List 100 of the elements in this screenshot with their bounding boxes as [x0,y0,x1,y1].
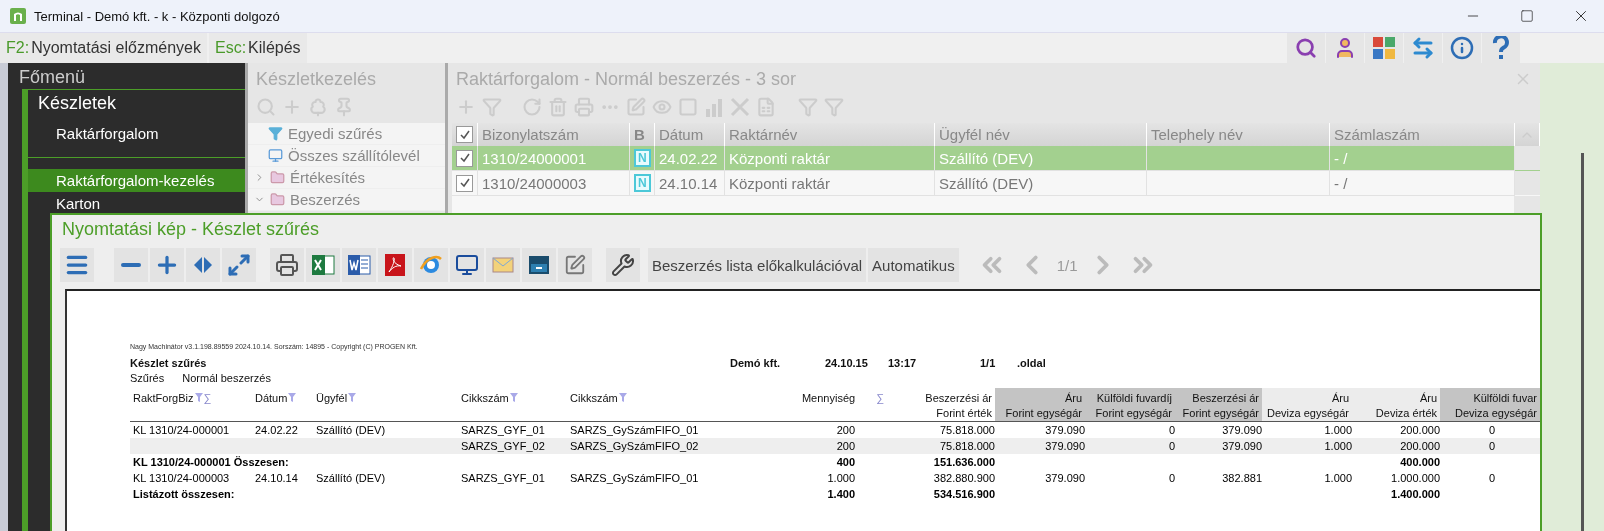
archive-button[interactable] [522,248,556,282]
panel-title: Raktárforgalom - Normál beszerzés - 3 sor [456,68,797,90]
tree-item-label: Egyedi szűrés [288,125,383,142]
monitor-icon [455,253,479,277]
report-cell: 379.090 [1222,440,1262,452]
column-header[interactable]: Bizonylatszám [482,126,579,143]
pin-icon[interactable] [334,97,354,117]
pdf-icon [383,253,407,277]
column-header[interactable]: Raktárnév [729,126,798,143]
edit-icon[interactable] [626,97,646,117]
print-button[interactable] [270,248,304,282]
settings-button[interactable] [606,248,640,282]
user-button[interactable] [1326,33,1364,63]
table-cell: 24.02.22 [659,149,718,167]
report-cell: 1.000 [1324,440,1352,452]
excel-export-button[interactable] [306,248,340,282]
column-label: Forint egységár [1095,406,1172,419]
column-header[interactable]: Számlaszám [1334,126,1420,143]
status-badge: N [634,149,651,167]
frame-icon[interactable] [678,97,698,117]
row-checkbox[interactable] [456,149,473,167]
word-export-button[interactable] [342,248,376,282]
menu-button[interactable] [60,248,94,282]
report-cell: SARZS_GYF_01 [461,472,545,484]
report-cell: SARZS_GYF_01 [461,424,545,436]
report-cell: 400.000 [1400,456,1440,468]
table-cell: 1310/24000001 [482,149,587,167]
column-header[interactable]: Dátum [659,126,704,143]
report-page-number: 1/1 [980,357,997,371]
add-icon[interactable] [456,97,476,117]
clear-filter-icon[interactable] [824,97,844,117]
table-row[interactable]: 1310/24000001 N 24.02.22 Központi raktár Szállító (DEV) - / [452,146,1540,171]
shortcut-button[interactable]: Esc:Kilépés [208,33,307,63]
report-cell: 1.000 [1324,424,1352,436]
menu-item[interactable]: Raktárforgalom-kezelés [28,169,245,192]
report-cell: Szállító (DEV) [316,424,386,436]
column-header[interactable]: Telephely név [1151,126,1243,143]
fit-width-icon [193,255,213,275]
add-icon[interactable] [282,97,302,117]
crossed-tools-icon[interactable] [730,97,750,117]
report-cell: 0 [1488,472,1495,484]
help-button[interactable] [1482,33,1520,63]
column-header[interactable]: Ügyfél név [939,126,1010,143]
browser-button[interactable] [414,248,448,282]
search-icon[interactable] [256,97,276,117]
row-checkbox[interactable] [456,174,473,192]
screen-button[interactable] [450,248,484,282]
report-cell: 0 [1488,440,1495,452]
bar-chart-icon[interactable] [704,97,724,117]
menu-title: Főmenü [18,66,87,89]
column-header[interactable]: B [634,126,645,143]
info-button[interactable] [1443,33,1481,63]
filter-icon [509,393,518,402]
notes-button[interactable] [558,248,592,282]
column-label: Forint egységár [1005,406,1082,419]
report-cell: 0 [1168,424,1175,436]
zoom-in-button[interactable] [150,248,184,282]
filter-icon [268,126,283,141]
pen-icon [564,254,586,276]
report-cell: SARZS_GySzámFIFO_01 [570,472,699,484]
table-cell: Szállító (DEV) [939,174,1034,192]
report-button[interactable]: Automatikus [868,248,959,282]
spreadsheet-icon [311,253,335,277]
switch-button[interactable] [1404,33,1442,63]
view-icon[interactable] [652,97,672,117]
report-title: Készlet szűrés [130,357,208,371]
report-button[interactable]: Beszerzés lista előkalkulációval [648,248,867,282]
table-cell: 1310/24000003 [482,174,587,192]
report-date: 24.10.15 [825,357,869,371]
shortcut-button[interactable]: F2:Nyomtatási előzmények [0,33,207,63]
menu-item[interactable]: Karton [28,192,245,215]
refresh-icon[interactable] [522,97,542,117]
maximize-icon[interactable] [1520,9,1534,23]
tree-item[interactable]: Összes szállítólevél [248,145,445,167]
column-label: Beszerzési ár [925,391,992,404]
column-label: Dátum [255,391,288,404]
report-company: Demó kft. [730,357,782,371]
panel-title: Készletkezelés [255,67,378,91]
fit-page-button[interactable] [222,248,256,282]
report-cell: 379.090 [1222,424,1262,436]
filter-icon[interactable] [798,97,818,117]
tree-icon[interactable] [308,97,328,117]
tree-item[interactable]: Értékesítés [248,167,445,189]
search-button[interactable] [1287,33,1325,63]
spreadsheet-icon[interactable] [756,97,776,117]
report-total-label: KL 1310/24-000001 Összesen: [133,456,289,468]
zoom-out-button[interactable] [114,248,148,282]
tree-item[interactable]: Beszerzés [248,189,445,211]
table-row[interactable]: 1310/24000003 N 24.10.14 Központi raktár Szállító (DEV) - / [452,171,1540,196]
filter-icon [194,393,203,402]
tiles-button[interactable] [1365,33,1403,63]
fit-width-button[interactable] [186,248,220,282]
header-checkbox[interactable] [456,126,473,143]
pdf-export-button[interactable] [378,248,412,282]
filter-icon[interactable] [482,97,502,117]
delete-icon[interactable] [548,97,568,117]
print-icon[interactable] [574,97,594,117]
tree-item[interactable]: Egyedi szűrés [248,123,445,145]
sum-mark: ∑ [876,391,884,404]
search-icon [1295,37,1317,59]
